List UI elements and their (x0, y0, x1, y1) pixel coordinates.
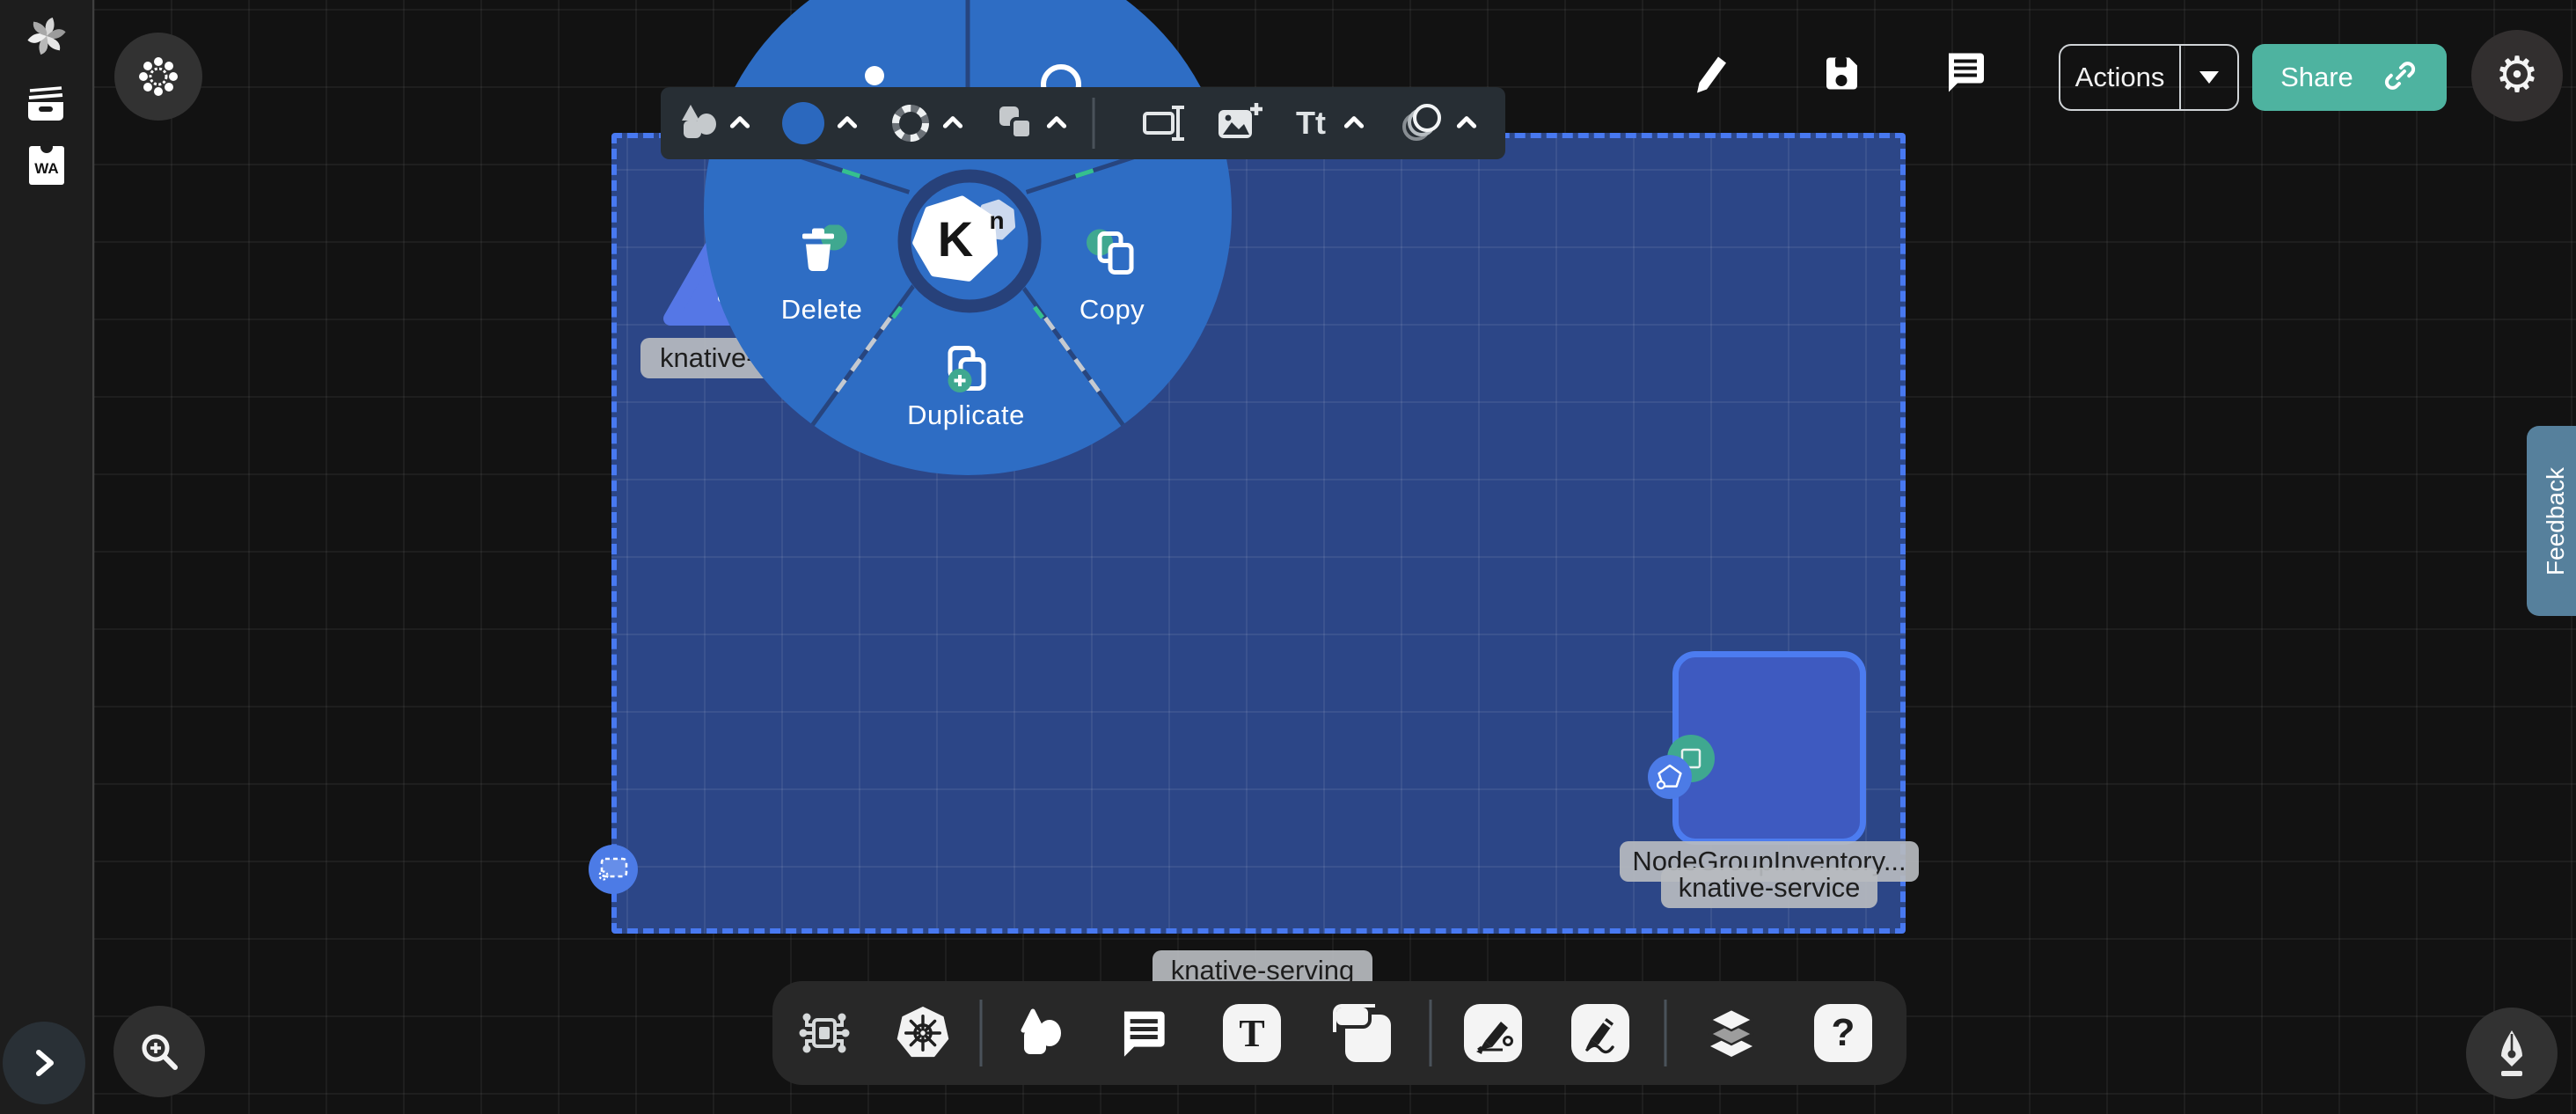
copy-icon[interactable] (1084, 227, 1144, 288)
comment-icon[interactable] (1116, 1008, 1167, 1059)
kubernetes-icon[interactable] (896, 1007, 949, 1059)
sticky-note-icon[interactable] (1333, 1004, 1391, 1062)
pencil-icon[interactable] (1689, 53, 1731, 99)
trash-icon[interactable] (794, 225, 850, 282)
share-button[interactable]: Share (2252, 44, 2447, 111)
expand-sidebar-button[interactable] (3, 1022, 85, 1104)
toolbar-divider (980, 1000, 983, 1066)
style-toolbar: Tt (661, 87, 1505, 159)
flower-network-icon[interactable] (114, 33, 202, 121)
app-window: knative-s NodeGroupInventory... knative-… (0, 0, 2576, 1114)
selection-badge-icon[interactable] (589, 845, 638, 894)
toolbar-divider (1665, 1000, 1667, 1066)
text-size-icon[interactable]: Tt (1296, 105, 1326, 142)
toolbar-divider (1093, 98, 1095, 149)
dashed-ring-icon[interactable] (889, 101, 933, 145)
link-icon (2382, 57, 2419, 99)
save-icon[interactable] (1820, 53, 1862, 99)
zoom-in-icon (136, 1029, 182, 1074)
chevron-up-icon[interactable] (1455, 112, 1478, 135)
chevron-up-icon[interactable] (1045, 112, 1068, 135)
feedback-tab[interactable]: Feedback (2527, 426, 2576, 616)
logo-letter-K: K (938, 211, 973, 267)
chevron-up-icon[interactable] (941, 112, 964, 135)
radial-item-duplicate[interactable]: Duplicate (907, 399, 1025, 431)
layers-icon[interactable] (1704, 1006, 1759, 1060)
actions-button[interactable]: Actions (2059, 44, 2239, 111)
bottom-toolbar: T (772, 981, 1906, 1085)
overlapping-squares-icon[interactable] (996, 103, 1036, 143)
webassembly-icon[interactable]: WA (29, 146, 64, 185)
share-label: Share (2280, 62, 2353, 93)
shapes-icon[interactable] (1014, 1008, 1065, 1059)
radial-item-copy[interactable]: Copy (1079, 294, 1145, 326)
pen-nib-button[interactable] (2466, 1008, 2558, 1099)
pencil-draw-icon[interactable] (1571, 1004, 1629, 1062)
settings-button[interactable]: ⚙ (2471, 30, 2563, 121)
image-add-icon[interactable] (1216, 101, 1265, 145)
actions-dropdown-caret[interactable] (2181, 71, 2237, 84)
radial-item-delete[interactable]: Delete (781, 294, 863, 326)
comment-icon[interactable] (1943, 50, 1987, 99)
chevron-up-icon[interactable] (1343, 112, 1365, 135)
question-icon[interactable]: ? (1814, 1004, 1872, 1062)
chevron-up-icon[interactable] (836, 112, 859, 135)
gear-icon: ⚙ (2495, 51, 2539, 100)
chevron-up-icon[interactable] (728, 112, 751, 135)
left-sidebar: WA (0, 0, 94, 1114)
shapes-icon[interactable] (677, 103, 722, 143)
zoom-in-button[interactable] (113, 1006, 205, 1097)
pentagon-badge-icon (1648, 755, 1692, 799)
fill-color-swatch[interactable] (782, 102, 824, 144)
duplicate-icon[interactable] (938, 343, 994, 404)
chevron-right-icon (28, 1047, 60, 1079)
opacity-circles-icon[interactable] (1399, 101, 1446, 145)
archive-icon[interactable] (25, 83, 67, 123)
actions-label: Actions (2060, 62, 2179, 93)
text-icon[interactable]: T (1223, 1004, 1281, 1062)
circuit-icon[interactable] (797, 1006, 852, 1060)
logo-letter-n: n (989, 207, 1004, 234)
person-icon (865, 66, 884, 85)
toolbar-divider (1430, 1000, 1432, 1066)
node-label-knative-service: knative-service (1661, 868, 1877, 908)
pen-nib-icon (2489, 1029, 2535, 1078)
rename-field-icon[interactable] (1142, 102, 1191, 144)
pinwheel-logo-icon[interactable] (26, 16, 67, 56)
feedback-label: Feedback (2542, 467, 2570, 575)
pen-line-icon[interactable] (1464, 1004, 1522, 1062)
